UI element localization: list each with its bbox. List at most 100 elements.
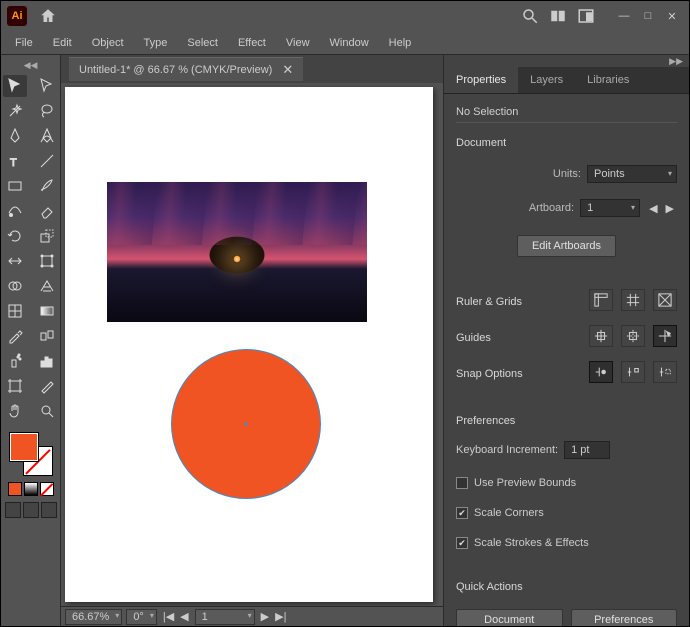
rotate-dropdown[interactable]: 0° — [126, 609, 157, 625]
artboard-select[interactable]: 1 — [580, 199, 640, 217]
pen-tool[interactable] — [3, 125, 27, 147]
menu-select[interactable]: Select — [179, 34, 226, 52]
units-label: Units: — [553, 168, 581, 180]
mesh-tool[interactable] — [3, 300, 27, 322]
hand-tool[interactable] — [3, 400, 27, 422]
close-window-button[interactable]: ✕ — [661, 7, 683, 25]
rotate-tool[interactable] — [3, 225, 27, 247]
color-mode-color[interactable] — [8, 482, 22, 496]
direct-selection-tool[interactable] — [35, 75, 59, 97]
keyboard-increment-input[interactable]: 1 pt — [564, 441, 610, 459]
collapse-panel-icon[interactable]: ▶▶ — [444, 55, 689, 67]
draw-normal[interactable] — [5, 502, 21, 518]
ruler-toggle-button[interactable] — [589, 289, 613, 311]
curvature-tool[interactable] — [35, 125, 59, 147]
lasso-tool[interactable] — [35, 100, 59, 122]
shape-builder-tool[interactable] — [3, 275, 27, 297]
eyedropper-tool[interactable] — [3, 325, 27, 347]
blend-tool[interactable] — [35, 325, 59, 347]
draw-inside[interactable] — [41, 502, 57, 518]
width-tool[interactable] — [3, 250, 27, 272]
menu-effect[interactable]: Effect — [230, 34, 274, 52]
zoom-dropdown[interactable]: 66.67% — [65, 609, 122, 625]
artboard-first-icon[interactable]: |◀ — [161, 610, 176, 623]
tools-panel: ◀◀ T — [1, 55, 61, 626]
edit-artboards-button[interactable]: Edit Artboards — [517, 235, 616, 257]
tab-properties[interactable]: Properties — [444, 67, 518, 93]
workspace-button[interactable] — [577, 7, 595, 25]
maximize-button[interactable]: □ — [637, 7, 659, 25]
document-tab[interactable]: Untitled-1* @ 66.67 % (CMYK/Preview) ✕ — [69, 57, 303, 81]
arrange-documents-button[interactable] — [549, 7, 567, 25]
menu-file[interactable]: File — [7, 34, 41, 52]
svg-text:T: T — [10, 157, 17, 169]
tab-libraries[interactable]: Libraries — [575, 67, 641, 93]
smart-guides-button[interactable] — [653, 325, 677, 347]
artboard-prev-icon[interactable]: ◀ — [178, 610, 190, 623]
scale-corners-checkbox[interactable] — [456, 507, 468, 519]
units-select[interactable]: Points — [587, 165, 677, 183]
column-graph-tool[interactable] — [35, 350, 59, 372]
snap-pixel-button[interactable] — [653, 361, 677, 383]
fill-stroke-swatches[interactable] — [9, 432, 53, 476]
draw-behind[interactable] — [23, 502, 39, 518]
grid-toggle-button[interactable] — [621, 289, 645, 311]
preferences-button[interactable]: Preferences — [571, 609, 678, 626]
search-button[interactable] — [521, 7, 539, 25]
rectangle-tool[interactable] — [3, 175, 27, 197]
artboard-prev-button[interactable]: ◀ — [646, 202, 660, 215]
menu-edit[interactable]: Edit — [45, 34, 80, 52]
symbol-sprayer-tool[interactable] — [3, 350, 27, 372]
line-tool[interactable] — [35, 150, 59, 172]
snap-grid-button[interactable] — [621, 361, 645, 383]
document-tab-title: Untitled-1* @ 66.67 % (CMYK/Preview) — [79, 64, 272, 76]
artboard-next-icon[interactable]: ▶ — [259, 610, 271, 623]
scale-strokes-checkbox[interactable] — [456, 537, 468, 549]
tab-close-button[interactable]: ✕ — [282, 63, 293, 76]
menu-window[interactable]: Window — [322, 34, 377, 52]
canvas-area[interactable] — [61, 83, 443, 606]
scale-corners-label: Scale Corners — [474, 507, 544, 519]
type-tool[interactable]: T — [3, 150, 27, 172]
zoom-tool[interactable] — [35, 400, 59, 422]
artboard-last-icon[interactable]: ▶| — [273, 610, 288, 623]
guides-lock-button[interactable] — [621, 325, 645, 347]
eraser-tool[interactable] — [35, 200, 59, 222]
paintbrush-tool[interactable] — [35, 175, 59, 197]
shaper-tool[interactable] — [3, 200, 27, 222]
artboard-tool[interactable] — [3, 375, 27, 397]
perspective-grid-tool[interactable] — [35, 275, 59, 297]
guides-show-button[interactable] — [589, 325, 613, 347]
menu-help[interactable]: Help — [381, 34, 420, 52]
expand-tools-icon[interactable]: ◀◀ — [1, 59, 60, 71]
artboard-next-button[interactable]: ▶ — [663, 202, 677, 215]
scale-tool[interactable] — [35, 225, 59, 247]
color-mode-gradient[interactable] — [24, 482, 38, 496]
ellipse-shape[interactable] — [171, 349, 321, 499]
menu-object[interactable]: Object — [84, 34, 132, 52]
minimize-button[interactable]: — — [613, 7, 635, 25]
home-button[interactable] — [37, 5, 59, 27]
tab-layers[interactable]: Layers — [518, 67, 575, 93]
search-icon — [521, 7, 539, 25]
app-logo-icon: Ai — [7, 6, 27, 26]
grid-icon — [549, 7, 567, 25]
use-preview-bounds-checkbox[interactable] — [456, 477, 468, 489]
snap-point-button[interactable] — [589, 361, 613, 383]
artboard[interactable] — [65, 87, 433, 602]
fill-swatch[interactable] — [9, 432, 39, 462]
slice-tool[interactable] — [35, 375, 59, 397]
free-transform-tool[interactable] — [35, 250, 59, 272]
menu-view[interactable]: View — [278, 34, 318, 52]
magic-wand-tool[interactable] — [3, 100, 27, 122]
selection-tool[interactable] — [3, 75, 27, 97]
color-mode-none[interactable] — [40, 482, 54, 496]
document-setup-button[interactable]: Document Setup — [456, 609, 563, 626]
color-mode-swatches — [8, 482, 54, 496]
transparency-grid-button[interactable] — [653, 289, 677, 311]
artboard-nav-dropdown[interactable]: 1 — [195, 609, 255, 625]
document-tab-bar: Untitled-1* @ 66.67 % (CMYK/Preview) ✕ — [61, 55, 443, 83]
placed-image[interactable] — [107, 182, 367, 322]
menu-type[interactable]: Type — [136, 34, 176, 52]
gradient-tool[interactable] — [35, 300, 59, 322]
